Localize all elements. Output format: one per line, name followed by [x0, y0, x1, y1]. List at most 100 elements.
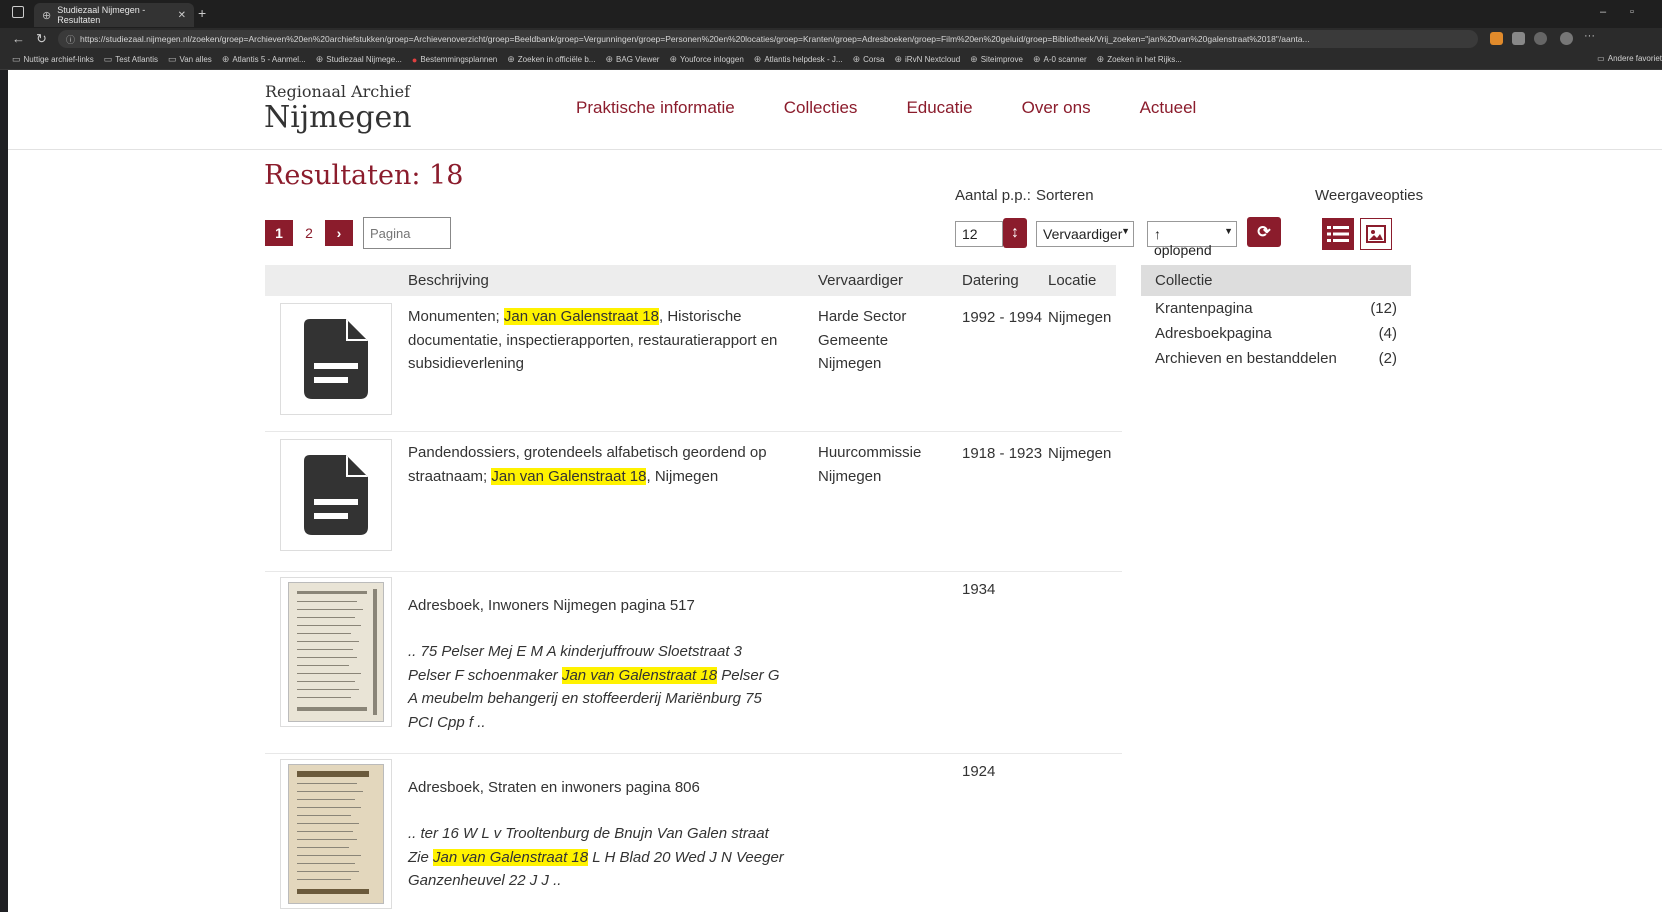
bookmark-item[interactable]: ⊕ iRvN Nextcloud	[894, 54, 960, 65]
nav-collecties[interactable]: Collecties	[784, 98, 858, 118]
globe-icon: ⊕	[852, 54, 861, 64]
bookmark-item[interactable]: ▭ Test Atlantis	[104, 54, 158, 65]
other-bookmarks[interactable]: ▭ Andere favoriet	[1597, 54, 1662, 63]
browser-tab[interactable]: ⊕ Studiezaal Nijmegen - Resultaten ✕	[34, 3, 194, 27]
minimize-icon[interactable]: –	[1600, 6, 1606, 18]
facet-item[interactable]: Krantenpagina (12)	[1141, 296, 1411, 321]
bookmark-item[interactable]: ▭ Nuttige archief-links	[12, 54, 94, 65]
globe-icon: ⊕	[42, 9, 52, 22]
scan-line	[373, 589, 377, 715]
bookmark-item[interactable]: ⊕ Atlantis 5 - Aanmel...	[222, 54, 306, 65]
restore-icon[interactable]: ▫	[1630, 6, 1634, 18]
result-description[interactable]: Pandendossiers, grotendeels alfabetisch …	[408, 441, 788, 488]
facet-count: (2)	[1378, 350, 1397, 367]
extension-icon[interactable]	[1534, 32, 1547, 45]
folder-icon: ▭	[167, 54, 177, 64]
document-thumbnail[interactable]	[280, 439, 392, 551]
gallery-view-button[interactable]	[1360, 218, 1392, 250]
list-view-button[interactable]	[1322, 218, 1354, 250]
document-thumbnail[interactable]	[280, 303, 392, 415]
sort-select-value: Vervaardiger	[1043, 226, 1123, 242]
bookmark-item[interactable]: ⊕ Youforce inloggen	[669, 54, 743, 65]
result-description[interactable]: Monumenten; Jan van Galenstraat 18, Hist…	[408, 305, 788, 376]
desc-text: , Nijmegen	[646, 467, 719, 485]
document-icon	[304, 455, 368, 535]
nav-over-ons[interactable]: Over ons	[1022, 98, 1091, 118]
reload-icon[interactable]: ↻	[36, 31, 47, 47]
bookmark-item[interactable]: ⊕ Atlantis helpdesk - J...	[754, 54, 843, 65]
globe-icon: ⊕	[669, 54, 678, 64]
result-row[interactable]: Adresboek, Inwoners Nijmegen pagina 517 …	[265, 572, 1122, 747]
back-icon[interactable]: ←	[12, 31, 25, 46]
logo-subtitle[interactable]: Regionaal Archief	[265, 82, 410, 101]
logo-title[interactable]: Nijmegen	[264, 100, 412, 135]
profile-avatar[interactable]	[1560, 32, 1573, 45]
globe-icon: ⊕	[315, 54, 324, 64]
site-info-icon[interactable]: ⓘ	[66, 33, 75, 46]
bookmark-item[interactable]: ⊕ Zoeken in officiële b...	[507, 54, 595, 65]
result-row[interactable]: Adresboek, Straten en inwoners pagina 80…	[265, 754, 1122, 912]
bookmark-item[interactable]: ⊕ Zoeken in het Rijks...	[1097, 54, 1182, 65]
result-snippet: .. ter 16 W L v Trooltenburg de Bnujn Va…	[408, 822, 788, 893]
bookmark-item[interactable]: ⊕ A-0 scanner	[1033, 54, 1087, 65]
result-row[interactable]: Pandendossiers, grotendeels alfabetisch …	[265, 432, 1122, 562]
url-text: https://studiezaal.nijmegen.nl/zoeken/gr…	[80, 34, 1310, 44]
url-field[interactable]: ⓘ https://studiezaal.nijmegen.nl/zoeken/…	[58, 30, 1478, 48]
bookmark-item[interactable]: ⊕ BAG Viewer	[605, 54, 659, 65]
bookmark-item[interactable]: ⊕ Studiezaal Nijmege...	[316, 54, 402, 65]
menu-icon[interactable]: ···	[1584, 30, 1597, 43]
sort-label: Sorteren	[1036, 187, 1094, 204]
scan-line	[297, 823, 359, 824]
search-highlight: Jan van Galenstraat 18	[561, 666, 718, 684]
nav-praktische-informatie[interactable]: Praktische informatie	[576, 98, 735, 118]
facet-item[interactable]: Adresboekpagina (4)	[1141, 321, 1411, 346]
scan-line	[297, 641, 359, 642]
scan-thumbnail[interactable]	[280, 577, 392, 727]
bookmark-item[interactable]: ⊕ Corsa	[853, 54, 885, 65]
browser-tab-bar: ⊕ Studiezaal Nijmegen - Resultaten ✕ + –…	[0, 0, 1662, 28]
order-select[interactable]: ↑ oplopend ▼	[1147, 221, 1237, 258]
scan-line	[297, 889, 369, 894]
view-options-label: Weergaveopties	[1315, 187, 1424, 204]
bookmark-item[interactable]: ⊕ Siteimprove	[970, 54, 1023, 65]
scan-line	[297, 783, 357, 784]
scan-line	[297, 707, 367, 711]
next-page-button[interactable]: ›	[325, 220, 353, 246]
scan-line	[297, 601, 357, 602]
close-tab-icon[interactable]: ✕	[178, 10, 186, 21]
document-icon	[304, 319, 368, 399]
folder-icon: ▭	[1597, 54, 1605, 63]
scan-image	[288, 764, 384, 904]
refresh-icon: ⟳	[1257, 224, 1271, 241]
collection-facet: Collectie Krantenpagina (12) Adresboekpag…	[1141, 265, 1411, 371]
search-highlight: Jan van Galenstraat 18	[503, 308, 659, 325]
col-description: Beschrijving	[408, 272, 489, 289]
scan-thumbnail[interactable]	[280, 759, 392, 909]
refresh-button[interactable]: ⟳	[1247, 217, 1281, 247]
per-page-input[interactable]: 12	[955, 221, 1003, 247]
results-title: Resultaten: 18	[264, 160, 464, 191]
extension-icon[interactable]	[1512, 32, 1525, 45]
per-page-apply-button[interactable]: ↕	[1003, 218, 1027, 248]
result-title[interactable]: Adresboek, Inwoners Nijmegen pagina 517	[408, 594, 788, 618]
result-title[interactable]: Adresboek, Straten en inwoners pagina 80…	[408, 776, 788, 800]
sort-select[interactable]: Vervaardiger ▼	[1036, 221, 1134, 247]
result-date: 1924	[962, 763, 996, 780]
page-1-button[interactable]: 1	[265, 220, 293, 246]
results-table-header: Beschrijving Vervaardiger Datering Locat…	[265, 265, 1116, 296]
nav-actueel[interactable]: Actueel	[1140, 98, 1197, 118]
result-row[interactable]: Monumenten; Jan van Galenstraat 18, Hist…	[265, 296, 1122, 428]
scan-image	[288, 582, 384, 722]
page-2-button[interactable]: 2	[293, 225, 325, 241]
desc-text: Monumenten;	[408, 308, 504, 325]
facet-item[interactable]: Archieven en bestanddelen (2)	[1141, 346, 1411, 371]
tab-actions-icon[interactable]	[12, 6, 24, 18]
new-tab-button[interactable]: +	[198, 5, 206, 21]
bookmark-item[interactable]: ▭ Van alles	[168, 54, 212, 65]
bookmark-item[interactable]: ● Bestemmingsplannen	[412, 55, 497, 65]
nav-educatie[interactable]: Educatie	[906, 98, 972, 118]
scan-line	[297, 855, 361, 856]
scan-line	[297, 681, 355, 682]
page-input[interactable]	[363, 217, 451, 249]
extension-icon[interactable]	[1490, 32, 1503, 45]
